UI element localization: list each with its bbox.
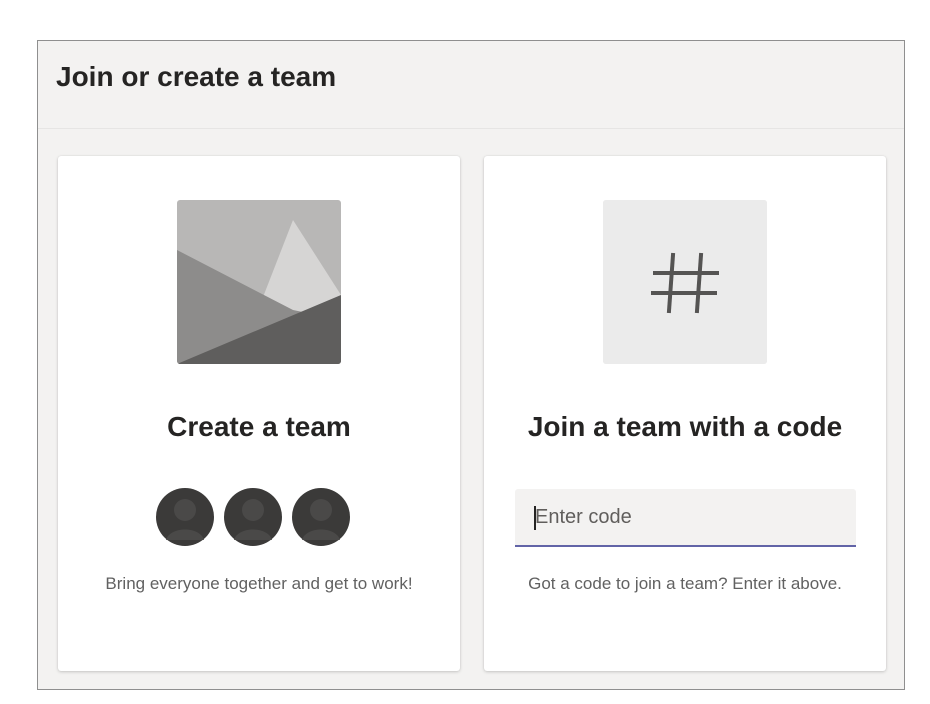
- create-team-description: Bring everyone together and get to work!: [105, 574, 413, 593]
- join-team-title: Join a team with a code: [527, 411, 843, 442]
- page-title: Join or create a team: [56, 61, 337, 92]
- hashtag-icon: [603, 200, 767, 364]
- person-avatar-icon: [224, 488, 282, 546]
- code-input-wrapper: [515, 489, 856, 547]
- join-or-create-team-panel: Join or create a team Create a team Brin…: [37, 40, 905, 690]
- panel-header: Join or create a team: [38, 41, 904, 129]
- code-input[interactable]: [515, 489, 856, 545]
- person-avatar-icon: [292, 488, 350, 546]
- avatar-group: [156, 488, 356, 546]
- create-team-title: Create a team: [167, 411, 351, 442]
- text-caret: [534, 506, 536, 530]
- join-team-description: Got a code to join a team? Enter it abov…: [528, 574, 842, 593]
- join-team-card: Join a team with a code Got a code to jo…: [484, 156, 886, 671]
- mountain-image-icon: [177, 200, 341, 364]
- create-team-card[interactable]: Create a team Bring everyone together an…: [58, 156, 460, 671]
- person-avatar-icon: [156, 488, 214, 546]
